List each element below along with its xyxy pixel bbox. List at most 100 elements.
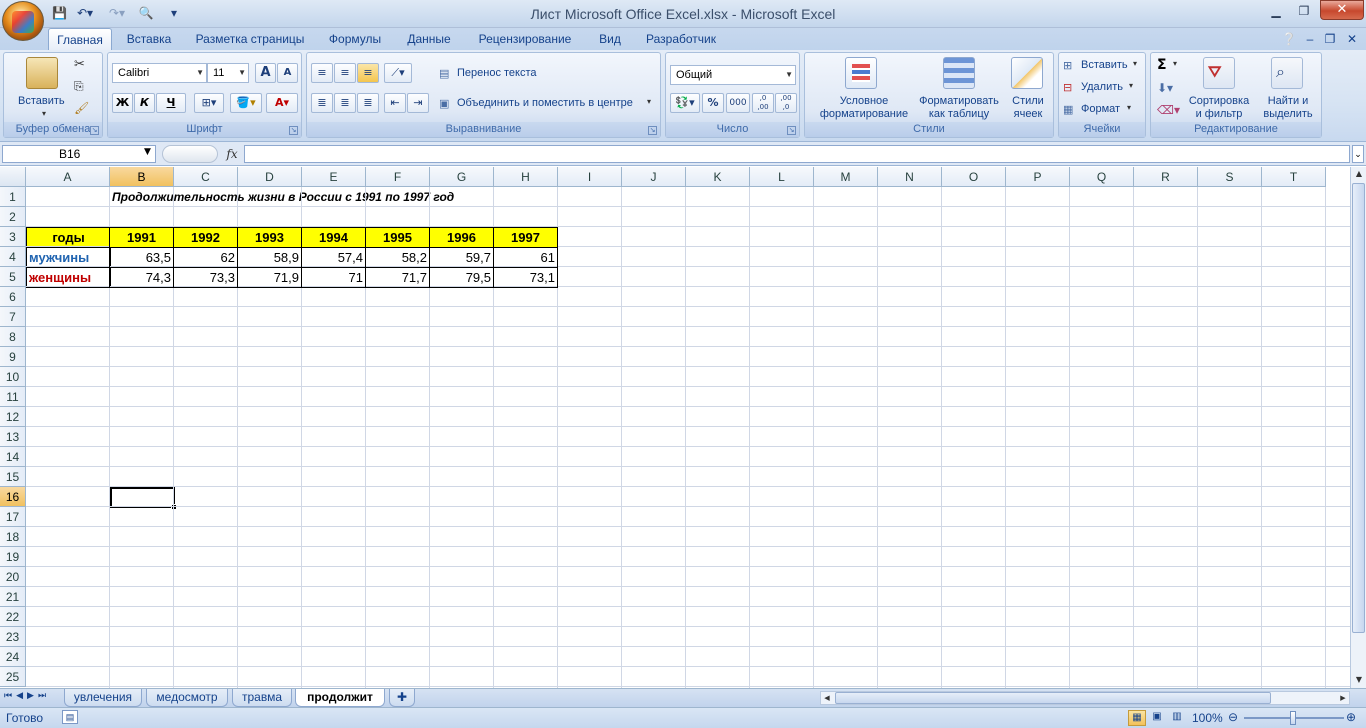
help-icon[interactable]: ❔ (1280, 28, 1298, 50)
format-as-table-label-1[interactable]: Форматировать (913, 95, 1005, 107)
fill-handle[interactable] (171, 504, 177, 510)
orientation-button[interactable]: ⟋▾ (384, 63, 412, 83)
name-box-dropdown-icon[interactable]: ▼ (144, 147, 151, 157)
autosum-dropdown-icon[interactable]: ▾ (1173, 59, 1177, 68)
vertical-scroll-thumb[interactable] (1352, 183, 1365, 633)
paste-button[interactable]: Вставить (18, 95, 65, 107)
row-header[interactable]: 11 (0, 387, 26, 407)
alignment-launcher-icon[interactable]: ↘ (648, 126, 657, 135)
column-header[interactable]: G (430, 167, 494, 187)
horizontal-scrollbar[interactable]: ◀ ▶ (820, 691, 1350, 705)
row-header[interactable]: 13 (0, 427, 26, 447)
merge-center-button[interactable]: Объединить и поместить в центре (457, 97, 633, 109)
bold-button[interactable]: Ж (112, 93, 133, 113)
increase-indent-button[interactable]: ⇥ (407, 93, 429, 113)
row-header[interactable]: 22 (0, 607, 26, 627)
format-cells-button[interactable]: Формат (1081, 103, 1120, 115)
scroll-up-icon[interactable]: ▲ (1352, 167, 1366, 181)
normal-view-icon[interactable]: ▦ (1128, 710, 1146, 726)
ribbon-close-icon[interactable]: ✕ (1344, 28, 1360, 50)
formula-bar-splitter[interactable] (162, 145, 218, 163)
office-button[interactable] (2, 1, 44, 41)
sheet-tab-hobbies[interactable]: увлечения (64, 689, 142, 707)
shrink-font-button[interactable]: A (277, 63, 298, 83)
column-header[interactable]: O (942, 167, 1006, 187)
sheet-tab-checkup[interactable]: медосмотр (146, 689, 228, 707)
year-header-cell[interactable]: 1994 (301, 227, 366, 248)
paste-dropdown-icon[interactable]: ▾ (42, 109, 46, 118)
fill-color-button[interactable]: 🪣▾ (230, 93, 262, 113)
align-left-button[interactable]: ≣ (311, 93, 333, 113)
row-header[interactable]: 17 (0, 507, 26, 527)
align-center-button[interactable]: ≣ (334, 93, 356, 113)
zoom-out-icon[interactable]: ⊖ (1228, 710, 1238, 724)
column-header[interactable]: D (238, 167, 302, 187)
men-value-cell[interactable]: 61 (493, 247, 558, 268)
insert-dropdown-icon[interactable]: ▾ (1133, 59, 1137, 68)
tab-review[interactable]: Рецензирование (470, 28, 580, 50)
save-icon[interactable]: 💾 (52, 4, 67, 22)
font-name-combo[interactable]: Calibri ▼ (112, 63, 207, 83)
tab-home[interactable]: Главная (48, 28, 112, 50)
fill-icon[interactable]: ⬇▾ (1157, 81, 1173, 95)
zoom-level[interactable]: 100% (1192, 711, 1223, 725)
tab-developer[interactable]: Разработчик (638, 28, 724, 50)
sheet-tab-injury[interactable]: травма (232, 689, 292, 707)
women-value-cell[interactable]: 73,3 (173, 267, 238, 288)
men-value-cell[interactable]: 63,5 (109, 247, 174, 268)
sheet-nav-icon[interactable]: ⏮◀▶⏭ (4, 691, 50, 701)
ribbon-restore-icon[interactable]: ❐ (1322, 28, 1338, 50)
increase-decimal-button[interactable]: ,0 ,00 (752, 93, 774, 113)
sort-filter-label-1[interactable]: Сортировка (1185, 95, 1253, 107)
row-header[interactable]: 16 (0, 487, 26, 507)
row-header[interactable]: 23 (0, 627, 26, 647)
align-middle-button[interactable]: ≡ (334, 63, 356, 83)
percent-button[interactable]: % (702, 93, 724, 113)
year-header-cell[interactable]: 1997 (493, 227, 558, 248)
tab-insert[interactable]: Вставка (118, 28, 180, 50)
insert-cells-button[interactable]: Вставить (1081, 59, 1128, 71)
women-value-cell[interactable]: 71 (301, 267, 366, 288)
men-label-cell[interactable]: мужчины (26, 247, 111, 268)
name-box[interactable]: B16 (2, 145, 156, 163)
row-header[interactable]: 18 (0, 527, 26, 547)
currency-button[interactable]: 💱▾ (670, 93, 700, 113)
women-value-cell[interactable]: 73,1 (493, 267, 558, 288)
column-header[interactable]: R (1134, 167, 1198, 187)
borders-button[interactable]: ⊞▾ (194, 93, 224, 113)
scroll-down-icon[interactable]: ▼ (1352, 673, 1366, 687)
sheet-title-cell[interactable]: Продолжительность жизни в России с 1991 … (110, 187, 456, 207)
sheet-tab-lifespan[interactable]: продолжит (295, 689, 385, 707)
font-launcher-icon[interactable]: ↘ (289, 126, 298, 135)
tab-page-layout[interactable]: Разметка страницы (190, 28, 310, 50)
align-right-button[interactable]: ≣ (357, 93, 379, 113)
conditional-formatting-label-1[interactable]: Условное (809, 95, 919, 107)
find-select-icon[interactable]: ⌕ (1271, 57, 1303, 89)
column-header[interactable]: T (1262, 167, 1326, 187)
year-header-cell[interactable]: 1995 (365, 227, 430, 248)
women-label-cell[interactable]: женщины (26, 267, 111, 288)
sort-filter-label-2[interactable]: и фильтр (1185, 108, 1253, 120)
cell-styles-label-2[interactable]: ячеек (1005, 108, 1051, 120)
close-window-button[interactable]: ✕ (1320, 0, 1364, 20)
align-top-button[interactable]: ≡ (311, 63, 333, 83)
row-header[interactable]: 6 (0, 287, 26, 307)
men-value-cell[interactable]: 58,2 (365, 247, 430, 268)
column-header[interactable]: C (174, 167, 238, 187)
horizontal-scroll-thumb[interactable] (835, 692, 1271, 704)
customize-toolbar-icon[interactable]: ▾ (168, 4, 180, 22)
women-value-cell[interactable]: 71,7 (365, 267, 430, 288)
row-header[interactable]: 5 (0, 267, 26, 287)
number-launcher-icon[interactable]: ↘ (787, 126, 796, 135)
minimize-button[interactable]: ▁ (1262, 2, 1290, 20)
find-select-label-2[interactable]: выделить (1255, 108, 1321, 120)
column-header[interactable]: N (878, 167, 942, 187)
sort-filter-icon[interactable]: ⛛ (1203, 57, 1235, 89)
page-layout-view-icon[interactable]: ▣ (1148, 710, 1166, 726)
year-header-cell[interactable]: 1996 (429, 227, 494, 248)
row-header[interactable]: 9 (0, 347, 26, 367)
row-header[interactable]: 21 (0, 587, 26, 607)
row-header[interactable]: 1 (0, 187, 26, 207)
delete-cells-button[interactable]: Удалить (1081, 81, 1123, 93)
women-value-cell[interactable]: 74,3 (109, 267, 174, 288)
